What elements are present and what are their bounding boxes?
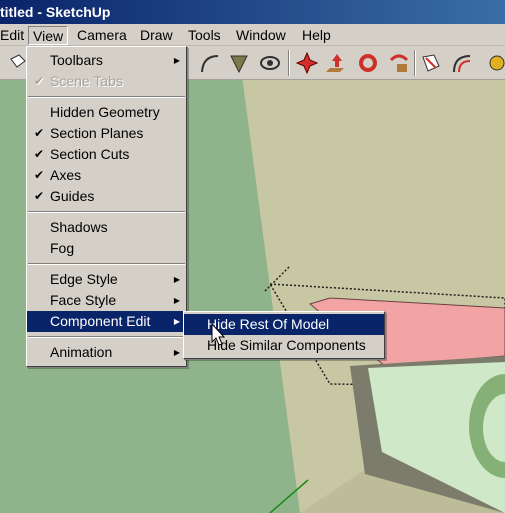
- menu-separator: [28, 263, 185, 265]
- checkmark-icon: ✔: [34, 168, 45, 182]
- checkmark-icon: ✔: [34, 126, 45, 140]
- submenu-arrow-icon: ▶: [173, 348, 180, 357]
- menu-tools[interactable]: Tools: [188, 26, 221, 45]
- menu-item-section-planes[interactable]: ✔ Section Planes: [27, 123, 186, 144]
- menu-separator: [28, 211, 185, 213]
- menu-item-label: Hide Similar Components: [207, 337, 366, 353]
- tape-measure-icon[interactable]: [484, 50, 505, 76]
- menu-item-hidden-geometry[interactable]: Hidden Geometry: [27, 102, 186, 123]
- menu-item-label: Shadows: [50, 219, 108, 235]
- menu-window[interactable]: Window: [236, 26, 286, 45]
- menu-item-label: Axes: [50, 167, 82, 183]
- menu-bar: Edit View Camera Draw Tools Window Help: [0, 24, 505, 46]
- toolbar-separator: [414, 50, 416, 76]
- menu-item-scene-tabs[interactable]: ✔ Scene Tabs: [27, 71, 186, 92]
- menu-item-label: Toolbars: [50, 52, 103, 68]
- checkmark-icon: ✔: [34, 189, 45, 203]
- menu-item-axes[interactable]: ✔ Axes: [27, 165, 186, 186]
- menu-item-section-cuts[interactable]: ✔ Section Cuts: [27, 144, 186, 165]
- menu-item-label: Animation: [50, 344, 113, 360]
- checkmark-icon: ✔: [34, 147, 45, 161]
- paint-bucket-icon[interactable]: [226, 50, 252, 76]
- view-menu: Toolbars ▶ ✔ Scene Tabs Hidden Geometry …: [26, 46, 187, 367]
- move-icon[interactable]: [294, 50, 320, 76]
- menu-item-toolbars[interactable]: Toolbars ▶: [27, 50, 186, 71]
- title-bar: titled - SketchUp: [0, 0, 505, 24]
- toolbar-separator: [288, 50, 290, 76]
- arc-icon[interactable]: [196, 50, 222, 76]
- menu-item-label: Scene Tabs: [50, 73, 123, 89]
- menu-item-face-style[interactable]: Face Style ▶: [27, 290, 186, 311]
- menu-item-label: Guides: [50, 188, 95, 204]
- submenu-arrow-icon: ▶: [173, 275, 180, 284]
- menu-item-shadows[interactable]: Shadows: [27, 217, 186, 238]
- submenu-arrow-icon: ▶: [173, 296, 180, 305]
- offset-icon[interactable]: [448, 50, 474, 76]
- rotate-icon[interactable]: [355, 50, 381, 76]
- window-title: titled - SketchUp: [0, 4, 111, 20]
- submenu-arrow-icon: ▶: [173, 317, 180, 326]
- follow-me-icon[interactable]: [386, 50, 412, 76]
- menu-view[interactable]: View: [28, 26, 69, 45]
- menu-item-guides[interactable]: ✔ Guides: [27, 186, 186, 207]
- mouse-cursor-icon: [211, 323, 226, 346]
- menu-camera[interactable]: Camera: [77, 26, 127, 45]
- menu-separator: [28, 336, 185, 338]
- menu-item-label: Component Edit: [50, 313, 151, 329]
- menu-edit[interactable]: Edit: [0, 26, 24, 45]
- menu-item-animation[interactable]: Animation ▶: [27, 342, 186, 363]
- menu-item-label: Section Cuts: [50, 146, 130, 162]
- menu-help[interactable]: Help: [302, 26, 331, 45]
- menu-item-label: Hidden Geometry: [50, 104, 160, 120]
- menu-item-edge-style[interactable]: Edge Style ▶: [27, 269, 186, 290]
- menu-item-label: Face Style: [50, 292, 117, 308]
- checkmark-icon: ✔: [34, 74, 45, 88]
- menu-item-fog[interactable]: Fog: [27, 238, 186, 259]
- menu-item-component-edit[interactable]: Component Edit ▶: [27, 311, 186, 332]
- scale-icon[interactable]: [418, 50, 444, 76]
- submenu-arrow-icon: ▶: [173, 56, 180, 65]
- menu-draw[interactable]: Draw: [140, 26, 173, 45]
- menu-item-label: Section Planes: [50, 125, 144, 141]
- menu-separator: [28, 96, 185, 98]
- push-pull-icon[interactable]: [324, 50, 350, 76]
- menu-item-label: Fog: [50, 240, 75, 256]
- menu-item-label: Edge Style: [50, 271, 118, 287]
- orbit-icon[interactable]: [257, 50, 283, 76]
